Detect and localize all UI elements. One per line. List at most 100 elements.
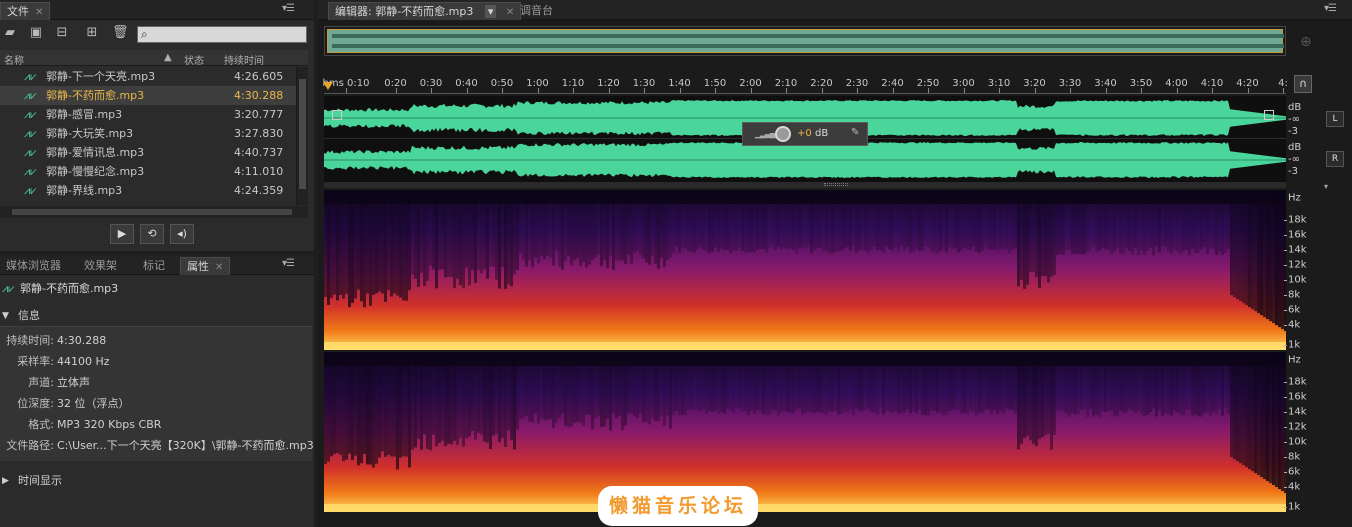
- fade-in-handle[interactable]: [332, 110, 342, 120]
- spectrogram-column: [336, 352, 339, 454]
- file-dropdown-icon[interactable]: ▾: [484, 5, 497, 18]
- column-status[interactable]: 状态: [184, 52, 204, 67]
- open-folder-icon[interactable]: ▰: [2, 26, 18, 40]
- overview-bar[interactable]: [324, 26, 1286, 56]
- splitter-grip[interactable]: [824, 183, 848, 186]
- hz-scale-left: Hz 18k 16k 14k 12k 10k 8k 6k 4k 1k: [1284, 190, 1328, 351]
- hz-label: 6k: [1288, 466, 1301, 478]
- column-name[interactable]: 名称: [4, 52, 24, 67]
- spectrogram-column: [333, 190, 336, 295]
- tab-markers[interactable]: 标记: [137, 257, 171, 275]
- file-list-row[interactable]: ⩘⩗ 郭静-不药而愈.mp3 4:30.288: [0, 86, 296, 105]
- file-list-row[interactable]: ⩘⩗ 郭静-界线.mp3 4:24.359: [0, 181, 296, 200]
- hz-label: 18k: [1288, 214, 1307, 226]
- playhead-marker[interactable]: [323, 82, 333, 90]
- hz-label: Hz: [1288, 192, 1301, 204]
- file-list-scrollbar[interactable]: [296, 67, 308, 205]
- spectrogram-column: [462, 190, 465, 289]
- hz-tick: [1284, 397, 1287, 398]
- spectrogram-column: [342, 190, 345, 299]
- file-duration: 3:20.777: [234, 108, 284, 121]
- hz-label: 6k: [1288, 304, 1301, 316]
- hz-label: 16k: [1288, 391, 1307, 403]
- spectrogram-column: [1254, 352, 1257, 474]
- import-icon[interactable]: ⊟: [54, 26, 70, 40]
- spectrogram-column: [342, 352, 345, 462]
- spectrogram-column: [1023, 190, 1026, 289]
- ruler-tick: [1247, 88, 1249, 93]
- column-duration[interactable]: 持续时间: [224, 52, 264, 67]
- properties-file: ⩘⩗ 郭静-不药而愈.mp3: [0, 279, 314, 299]
- tab-effects-rack[interactable]: 效果架: [78, 257, 123, 275]
- overview-range[interactable]: [327, 29, 1284, 53]
- file-list-header: 名称 ▲ 状态 持续时间: [0, 50, 308, 67]
- file-list-row[interactable]: ⩘⩗ 郭静-慢慢纪念.mp3 4:11.010: [0, 162, 296, 181]
- ruler-tick: [1070, 88, 1071, 93]
- hz-tick: [1284, 457, 1287, 458]
- file-list-row[interactable]: ⩘⩗ 郭静-下一个天亮.mp3 4:26.605: [0, 67, 296, 86]
- open-file-icon[interactable]: ▣: [28, 26, 44, 40]
- audio-file-icon: ⩘⩗: [24, 108, 37, 121]
- close-icon[interactable]: ✕: [215, 262, 223, 273]
- tab-mixer[interactable]: 调音台: [514, 2, 559, 20]
- pin-icon[interactable]: ✎: [851, 127, 859, 138]
- panel-menu-icon[interactable]: ▾☰: [1324, 3, 1337, 14]
- tab-editor[interactable]: 编辑器: 郭静-不药而愈.mp3 ▾ ✕: [328, 2, 522, 20]
- waveform-right-channel: [324, 140, 1286, 180]
- files-tabbar: 文件 ✕ ▾☰: [0, 0, 314, 20]
- spectrogram-column: [1248, 352, 1251, 470]
- spectrogram-column: [372, 352, 375, 468]
- spectrogram-column: [1230, 190, 1233, 296]
- volume-knob[interactable]: [775, 126, 791, 142]
- view-splitter[interactable]: [324, 182, 1286, 188]
- spectrogram-column: [324, 352, 327, 465]
- info-section-header[interactable]: ▼ 信息: [0, 307, 314, 325]
- time-display-section-header[interactable]: ▶ 时间显示: [0, 472, 314, 490]
- headphone-icon[interactable]: ∩: [1294, 75, 1312, 93]
- spectrogram-column: [351, 352, 354, 460]
- collapse-icon[interactable]: ▼: [2, 307, 9, 325]
- close-icon[interactable]: ✕: [35, 7, 43, 18]
- hz-label: 4k: [1288, 319, 1301, 331]
- fade-out-handle[interactable]: [1264, 110, 1274, 120]
- hscrollbar-thumb[interactable]: [12, 209, 292, 215]
- sort-icon[interactable]: ▲: [164, 52, 172, 63]
- spectrogram-right[interactable]: [324, 352, 1286, 512]
- file-list-hscrollbar[interactable]: [0, 206, 308, 218]
- spectrogram-column: [1050, 352, 1053, 450]
- file-list-row[interactable]: ⩘⩗ 郭静-大玩笑.mp3 3:27.830: [0, 124, 296, 143]
- db-label: -∞: [1288, 114, 1300, 125]
- trash-icon[interactable]: 🗑: [112, 26, 129, 40]
- volume-hud[interactable]: ▁▂▃▄ +0 dB ✎: [742, 122, 868, 146]
- file-list-row[interactable]: ⩘⩗ 郭静-爱情讯息.mp3 4:40.737: [0, 143, 296, 162]
- spectrogram-column: [351, 190, 354, 303]
- expand-icon[interactable]: ▶: [2, 472, 9, 490]
- play-button[interactable]: ▶: [110, 224, 134, 244]
- panel-menu-icon[interactable]: ▾☰: [282, 3, 295, 14]
- spectrogram-left[interactable]: [324, 190, 1286, 350]
- spectrogram-column: [1233, 190, 1236, 298]
- right-channel-button[interactable]: R: [1326, 151, 1344, 167]
- search-input[interactable]: ⌕: [137, 26, 307, 43]
- insert-icon[interactable]: ⊞: [84, 26, 100, 40]
- zoom-icon[interactable]: ⊕: [1300, 34, 1312, 50]
- scrollbar-thumb[interactable]: [299, 79, 306, 189]
- loop-button[interactable]: ⟲: [140, 224, 164, 244]
- ruler-tick: [1176, 88, 1178, 93]
- tab-files[interactable]: 文件 ✕: [0, 2, 51, 20]
- file-list-row[interactable]: ⩘⩗ 郭静-感冒.mp3 3:20.777: [0, 105, 296, 124]
- spectrogram-column: [417, 190, 420, 287]
- tab-media-browser[interactable]: 媒体浏览器: [0, 257, 67, 275]
- spectrogram-column: [408, 190, 411, 291]
- spectrogram-column: [1239, 352, 1242, 464]
- tab-properties[interactable]: 属性 ✕: [180, 257, 231, 275]
- spectrogram-column: [366, 352, 369, 465]
- info-row: 位深度: 32 位（浮点）: [0, 394, 312, 414]
- spectrogram-column: [378, 190, 381, 292]
- time-ruler[interactable]: hms 0:10 0:20 0:30 0:40 0:50 1:00 1:10 1:20 1:30…: [323, 74, 1288, 94]
- spectrogram-column: [1269, 352, 1272, 484]
- left-channel-button[interactable]: L: [1326, 111, 1344, 127]
- audio-file-icon: ⩘⩗: [24, 184, 37, 197]
- panel-menu-icon[interactable]: ▾☰: [282, 258, 295, 269]
- autoplay-button[interactable]: ◂): [170, 224, 194, 244]
